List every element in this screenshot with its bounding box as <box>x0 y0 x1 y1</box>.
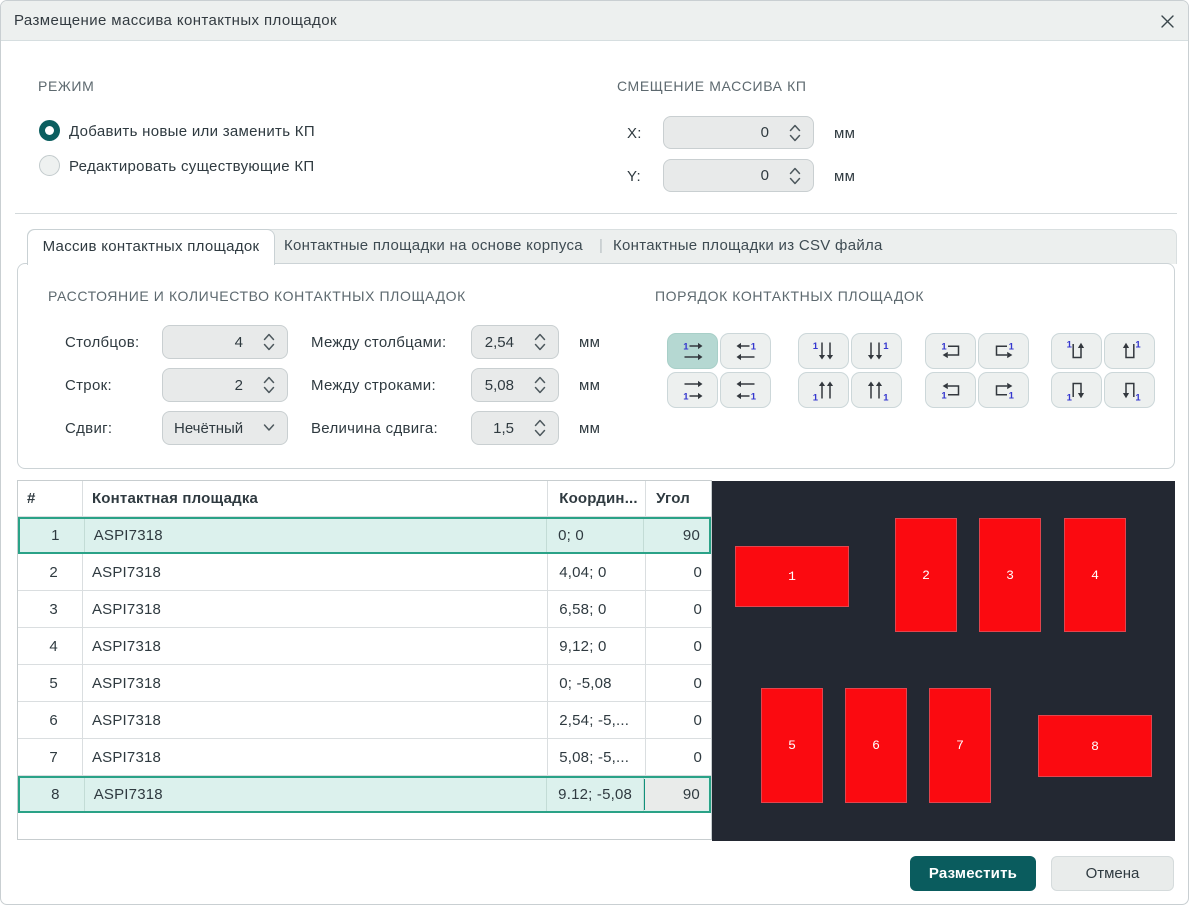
svg-text:1: 1 <box>883 341 889 352</box>
svg-text:1: 1 <box>1066 340 1072 351</box>
svg-text:1: 1 <box>883 393 889 404</box>
svg-text:1: 1 <box>1008 342 1014 353</box>
svg-text:1: 1 <box>941 342 947 353</box>
svg-text:1: 1 <box>1135 393 1141 404</box>
svg-text:1: 1 <box>812 341 818 352</box>
svg-text:1: 1 <box>683 392 689 403</box>
svg-text:1: 1 <box>941 390 947 401</box>
svg-text:1: 1 <box>812 393 818 404</box>
svg-text:1: 1 <box>750 392 756 403</box>
svg-text:1: 1 <box>750 342 756 353</box>
svg-text:1: 1 <box>1008 390 1014 401</box>
svg-text:1: 1 <box>1066 393 1072 404</box>
svg-text:1: 1 <box>683 342 689 353</box>
svg-text:1: 1 <box>1135 340 1141 351</box>
